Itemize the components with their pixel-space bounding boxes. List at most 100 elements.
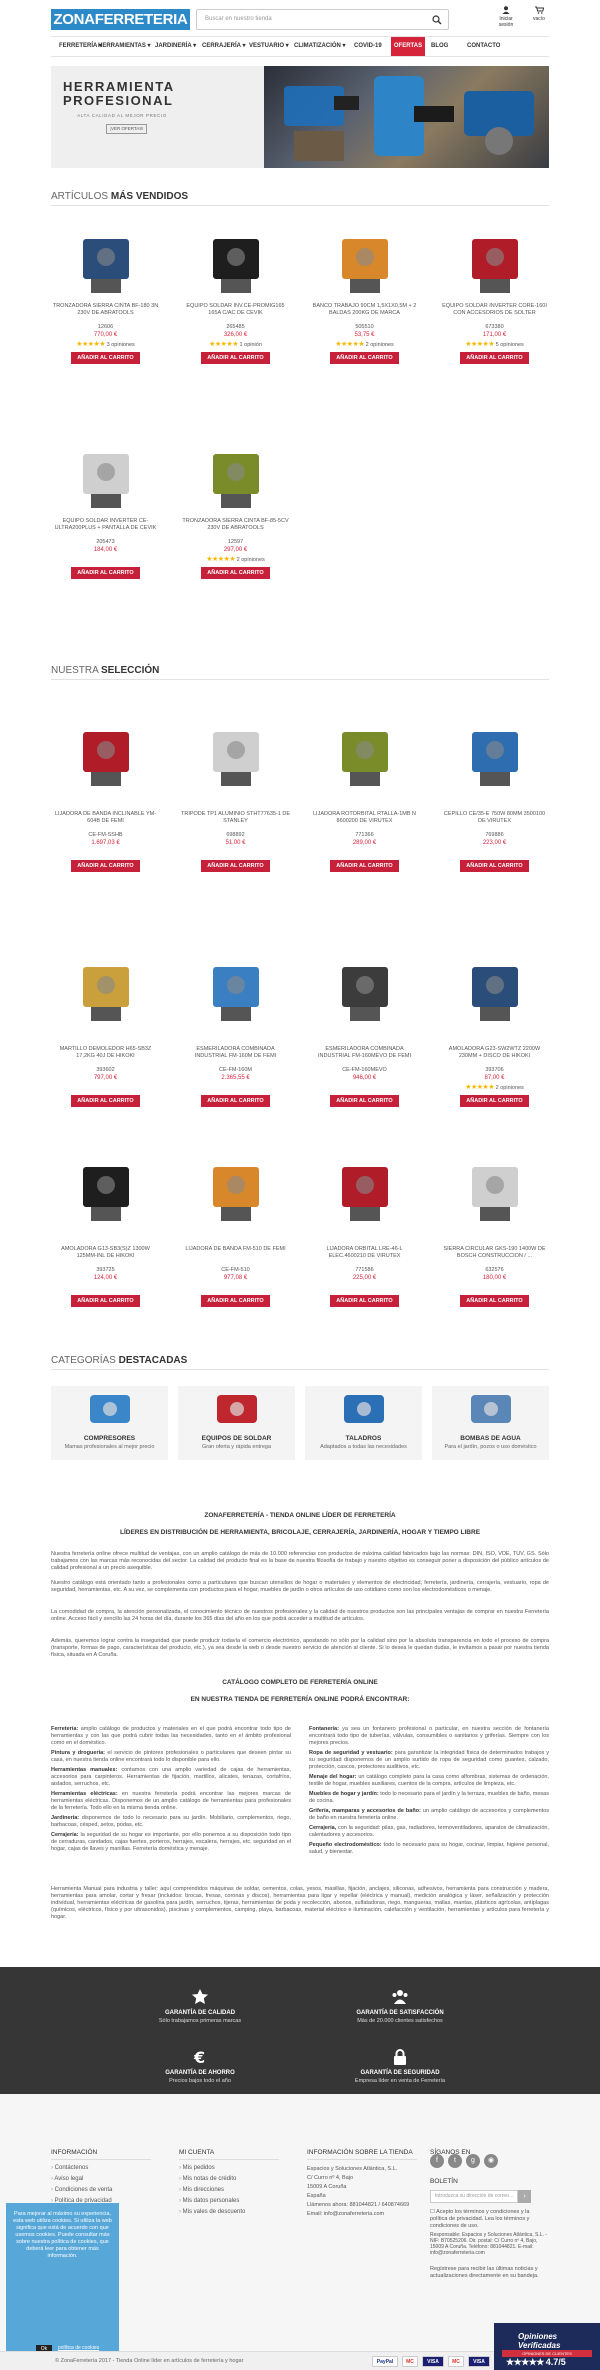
guarantee-item[interactable]: € GARANTÍA DE AHORRO Precios bajos todo el… [100,2048,300,2084]
product-name[interactable]: TRÍPODE TP1 ALUMINIO STHT77635-1 DE STAN… [181,811,290,832]
footer-info-link[interactable]: Condiciones de venta [51,2185,113,2196]
add-to-cart-button[interactable]: AÑADIR AL CARRITO [460,1295,529,1307]
category-card[interactable]: EQUIPOS DE SOLDAR Gran oferta y rápida en… [178,1386,295,1460]
catalog-entry-text[interactable]: la seguridad de su hogar es importante, … [51,1832,291,1852]
nav-item[interactable]: FERRETERÍA ▾ [59,37,102,56]
product-image[interactable] [71,440,141,512]
catalog-entry-label[interactable]: Pequeño electrodoméstico: [309,1842,382,1848]
catalog-entry-text[interactable]: un amplio catálogo de accesorios y compl… [309,1808,549,1821]
product-name[interactable]: TRONZADORA SIERRA CINTA BF-180 3N 230V D… [51,303,160,324]
paypal-icon[interactable]: PayPal [372,2356,398,2367]
guarantee-subtitle[interactable]: Empresa líder en venta de Ferretería [300,2078,500,2084]
product-image[interactable] [71,718,141,790]
category-subtitle[interactable]: Mamas profesionales al mejor precio [51,1444,168,1450]
footer-account-link[interactable]: Mis datos personales [179,2196,245,2207]
catalog-entry[interactable]: Grifería, mamparas y accesorios de baño:… [309,1808,549,1822]
catalog-entry-label[interactable]: Cerrajería, [309,1825,336,1831]
product-image-wrap[interactable] [51,437,160,515]
newsletter-email-input[interactable]: Introduzca su dirección de correo... [430,2190,518,2203]
product-card[interactable]: LIJADORA ROTORBITAL RTALLA-1MB N 8600200… [310,700,419,872]
visa-icon[interactable]: VISA [468,2356,490,2367]
product-card[interactable]: TRONZADORA SIERRA CINTA BF-85-5CV 230V D… [181,437,290,579]
catalog-entry-label[interactable]: Menaje del hogar: [309,1774,356,1780]
rating-stars[interactable]: ★★★★★ [465,341,494,348]
nav-item[interactable]: CLIMATIZACIÓN ▾ [294,37,348,56]
product-image[interactable] [201,953,271,1025]
catalog-entry-text[interactable]: en nuestra ferretería podrá encontrar la… [51,1791,291,1811]
catalog-entry-label[interactable]: Muebles de hogar y jardín: [309,1791,379,1797]
catalog-entry[interactable]: Pintura y drogueria: el servicio de pint… [51,1750,291,1764]
product-image-wrap[interactable] [51,1135,160,1243]
product-image-wrap[interactable] [181,1135,290,1243]
instagram-icon[interactable]: ◉ [484,2154,498,2168]
product-rating[interactable] [181,848,290,857]
store-info-line[interactable]: C/ Curro nº 4, Bajo [307,2174,417,2183]
product-card[interactable]: EQUIPO SOLDAR INVERTER CE-ULTRA200PLUS +… [51,437,160,579]
product-price[interactable]: 53,75 € [310,332,419,338]
add-to-cart-button[interactable]: AÑADIR AL CARRITO [201,860,270,872]
product-image[interactable] [330,1153,400,1225]
catalog-entry-label[interactable]: Herramientas manuales: [51,1767,117,1773]
product-reference[interactable]: 771366 [310,832,419,838]
catalog-entry-text[interactable]: ya sea un fontanero profesional o partic… [309,1726,549,1746]
product-price[interactable]: 977,08 € [181,1275,290,1281]
product-card[interactable]: SIERRA CIRCULAR GKS-190 1400W DE BOSCH C… [440,1135,549,1307]
nav-item[interactable]: JARDINERÍA ▾ [155,37,197,56]
add-to-cart-button[interactable]: AÑADIR AL CARRITO [330,1295,399,1307]
category-card[interactable]: TALADROS Adaptados a todas las necesidade… [305,1386,422,1460]
category-image[interactable] [178,1386,295,1432]
search-icon[interactable] [432,15,442,25]
product-image-wrap[interactable] [440,1135,549,1243]
add-to-cart-button[interactable]: AÑADIR AL CARRITO [71,567,140,579]
catalog-entry-text[interactable]: disponemos de todo lo necesario para su … [51,1815,291,1828]
rating-stars[interactable]: ★★★★★ [209,341,238,348]
footer-info-link[interactable]: Contáctenos [51,2163,112,2174]
product-price[interactable]: 223,00 € [440,840,549,846]
add-to-cart-button[interactable]: AÑADIR AL CARRITO [460,1095,529,1107]
catalog-entry[interactable]: Jardinería: disponemos de todo lo necesa… [51,1815,291,1829]
product-card[interactable]: BANCO TRABAJO 90CM 1,5X1X0,5M + 2 BALDAS… [310,222,419,364]
visa-icon[interactable]: VISA [422,2356,444,2367]
add-to-cart-button[interactable]: AÑADIR AL CARRITO [71,1095,140,1107]
review-count[interactable]: 3 opiniones [107,342,135,348]
cart-link[interactable]: vacío [529,6,549,22]
product-name[interactable]: AMOLADORA G13-SB3(S)Z 1300W 125MM-INL DE… [51,1246,160,1267]
catalog-entry[interactable]: Cerrajería, con la seguridad: pilas, gas… [309,1825,549,1839]
product-image-wrap[interactable] [440,222,549,300]
mastercard-icon[interactable]: MC [402,2356,418,2367]
product-reference[interactable]: 393706 [440,1067,549,1073]
category-image[interactable] [432,1386,549,1432]
add-to-cart-button[interactable]: AÑADIR AL CARRITO [71,352,140,364]
product-image[interactable] [201,225,271,297]
nav-item[interactable]: CERRAJERÍA ▾ [202,37,245,56]
product-name[interactable]: TRONZADORA SIERRA CINTA BF-85-5CV 230V D… [181,518,290,539]
product-name[interactable]: MARTILLO DEMOLEDOR H65-SB3Z 17,2KG 40J D… [51,1046,160,1067]
product-rating[interactable]: ★★★★★ 2 opiniones [310,340,419,349]
product-price[interactable]: 297,00 € [181,547,290,553]
product-image-wrap[interactable] [310,222,419,300]
category-title[interactable]: TALADROS [305,1435,422,1442]
product-image[interactable] [71,225,141,297]
product-price[interactable]: 2.365,55 € [181,1075,290,1081]
guarantee-title[interactable]: GARANTÍA DE SATISFACCIÓN [300,2010,500,2016]
product-image-wrap[interactable] [310,1135,419,1243]
catalog-entry-text[interactable]: contamos con una amplio variedad de caja… [51,1767,291,1787]
product-price[interactable]: 770,00 € [51,332,160,338]
product-card[interactable]: AMOLADORA G13-SB3(S)Z 1300W 125MM-INL DE… [51,1135,160,1307]
rating-stars[interactable]: ★★★★★ [465,1084,494,1091]
product-name[interactable]: SIERRA CIRCULAR GKS-190 1400W DE BOSCH C… [440,1246,549,1267]
store-info-line[interactable]: Espacios y Soluciones Atlántica, S.L. [307,2165,417,2174]
product-reference[interactable]: CE-FM-SSHB [51,832,160,838]
category-title[interactable]: COMPRESORES [51,1435,168,1442]
product-reference[interactable]: CE-FM-160MEVO [310,1067,419,1073]
verified-reviews-badge[interactable]: Opiniones Verificadas OPINIONES DE CLIEN… [494,2323,600,2370]
product-reference[interactable]: CE-FM-510 [181,1267,290,1273]
product-price[interactable]: 184,00 € [51,547,160,553]
catalog-entry[interactable]: Muebles de hogar y jardín: todo lo neces… [309,1791,549,1805]
catalog-entry-text[interactable]: todo lo necesario para su hogar, cocinar… [309,1842,549,1855]
product-reference[interactable]: 12597 [181,539,290,545]
product-image-wrap[interactable] [181,935,290,1043]
product-reference[interactable]: 205473 [51,539,160,545]
product-rating[interactable] [51,848,160,857]
product-name[interactable]: LIJADORA ROTORBITAL RTALLA-1MB N 8600200… [310,811,419,832]
